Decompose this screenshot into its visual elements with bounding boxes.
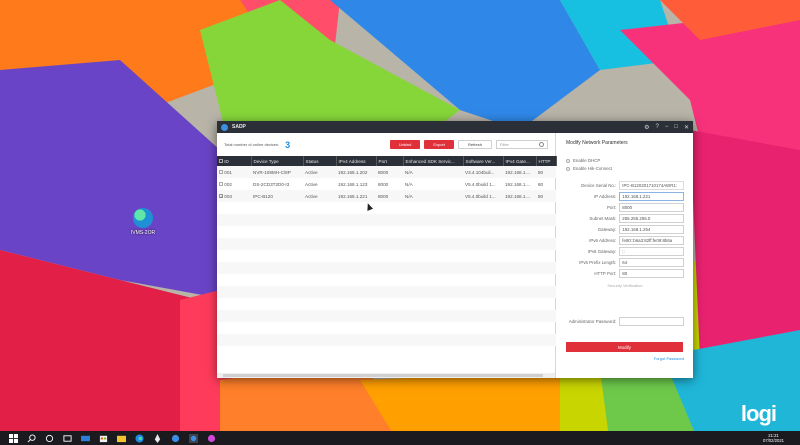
windows-start-icon[interactable]: [9, 433, 18, 443]
search-icon: [539, 142, 544, 147]
enable-hik-connect-label: Enable Hik-Connect: [573, 166, 613, 171]
row-checkbox[interactable]: [219, 181, 223, 186]
file-explorer-icon[interactable]: [117, 434, 126, 443]
close-button[interactable]: ✕: [684, 124, 689, 131]
select-all-checkbox[interactable]: [219, 158, 223, 163]
store-icon[interactable]: [99, 434, 108, 443]
enable-hik-connect-option[interactable]: Enable Hik-Connect: [566, 166, 684, 171]
ipv6-address-field[interactable]: fe80::b6a3:82ff:fe09:8b6a: [619, 236, 684, 245]
panel-title: Modify Network Parameters: [566, 140, 628, 146]
total-devices-label: Total number of online devices:: [224, 142, 280, 147]
row-checkbox[interactable]: [219, 169, 223, 174]
cortana-icon[interactable]: [45, 434, 54, 443]
unbind-button[interactable]: Unbind: [389, 140, 421, 149]
admin-password-label: Administrator Password:: [568, 319, 617, 324]
total-devices-count: 3: [285, 139, 291, 150]
minimize-button[interactable]: −: [665, 124, 669, 131]
ipv6-gateway-field[interactable]: ::: [619, 247, 684, 256]
device-list-pane: Total number of online devices: 3 Unbind…: [217, 133, 557, 378]
modify-network-panel: Modify Network Parameters Enable DHCP En…: [557, 133, 693, 378]
filter-input[interactable]: Filter: [496, 140, 548, 149]
sadp-taskbar-icon[interactable]: [189, 433, 198, 443]
header-port[interactable]: Port: [376, 156, 404, 166]
header-id[interactable]: ID: [217, 156, 252, 166]
admin-password-field[interactable]: [619, 317, 684, 326]
subnet-mask-label: Subnet Mask:: [589, 216, 617, 221]
header-status[interactable]: Status: [303, 156, 337, 166]
header-device-type[interactable]: Device Type: [251, 156, 304, 166]
header-ipv4-address[interactable]: IPv4 Address: [336, 156, 377, 166]
scrollbar-thumb[interactable]: [223, 374, 543, 377]
app-icon[interactable]: [153, 433, 162, 443]
http-port-field[interactable]: 80: [619, 269, 684, 278]
logi-watermark: logi: [740, 401, 777, 426]
forgot-password-link[interactable]: Forgot Password: [566, 356, 684, 361]
header-enhanced-sdk[interactable]: Enhanced SDK Servic...: [403, 156, 464, 166]
horizontal-scrollbar[interactable]: [217, 373, 555, 378]
security-verification-label: Security Verification: [607, 283, 643, 288]
gateway-label: Gateway:: [597, 227, 617, 232]
port-label: Port:: [607, 205, 617, 210]
header-ipv4-gateway[interactable]: IPv4 Gate...: [503, 156, 537, 166]
header-http[interactable]: HTTP: [536, 156, 557, 166]
serial-field: IPC-B120201710174AWR1:: [619, 181, 684, 190]
toolbar: Total number of online devices: 3 Unbind…: [217, 133, 555, 156]
header-software-version[interactable]: Software Ver...: [463, 156, 504, 166]
help-icon[interactable]: ?: [655, 124, 658, 131]
ip-address-field[interactable]: 192.168.1.221: [619, 192, 684, 201]
port-field[interactable]: 8000: [619, 203, 684, 212]
taskbar: 21:21 07/02/2021: [0, 431, 800, 445]
modify-button[interactable]: Modify: [566, 342, 683, 352]
task-view-icon[interactable]: [63, 434, 72, 443]
enable-dhcp-option[interactable]: Enable DHCP: [566, 158, 684, 163]
http-port-label: HTTP Port:: [594, 271, 617, 276]
enable-hik-connect-checkbox[interactable]: [566, 166, 570, 171]
app-icon-3[interactable]: [207, 434, 216, 443]
clock-date: 07/02/2021: [763, 438, 784, 443]
title-bar[interactable]: SADP ⚙ ? − □ ✕: [217, 121, 693, 133]
ipv6-gateway-label: IPv6 Gateway:: [587, 249, 617, 254]
gateway-field[interactable]: 192.168.1.254: [619, 225, 684, 234]
table-row[interactable]: 001 NVR-108MH-C/8P Active 192.168.1.202 80…: [217, 166, 556, 178]
row-checkbox-checked[interactable]: ✓: [219, 193, 223, 198]
table-row[interactable]: ✓ 003 IPC-B120 Active 192.168.1.221 8000 N/…: [217, 190, 556, 202]
serial-label: Device Serial No.:: [581, 183, 617, 188]
search-icon[interactable]: [27, 433, 36, 443]
mail-icon[interactable]: [81, 434, 90, 443]
device-table: ID Device Type Status IPv4 Address Port …: [217, 156, 557, 346]
edge-icon[interactable]: [135, 433, 144, 443]
export-button[interactable]: Export: [424, 140, 454, 149]
enable-dhcp-checkbox[interactable]: [566, 158, 570, 163]
ipv6-prefix-field[interactable]: 64: [619, 258, 684, 267]
app-shortcut-icon: [133, 208, 153, 228]
enable-dhcp-label: Enable DHCP: [573, 158, 601, 163]
settings-icon[interactable]: ⚙: [644, 124, 649, 131]
refresh-button[interactable]: Refresh: [457, 140, 492, 149]
subnet-mask-field[interactable]: 255.255.255.0: [619, 214, 684, 223]
ip-address-label: IP Address:: [593, 194, 617, 199]
system-clock[interactable]: 21:21 07/02/2021: [763, 433, 784, 443]
ipv6-prefix-label: IPv6 Prefix Length:: [579, 260, 617, 265]
sadp-logo-icon: [221, 123, 228, 131]
window-title: SADP: [232, 124, 246, 130]
table-header: ID Device Type Status IPv4 Address Port …: [217, 156, 557, 166]
table-row[interactable]: 002 DS-2CD3T2D0-I3 Active 192.168.1.123 80…: [217, 178, 556, 190]
filter-placeholder: Filter: [500, 142, 509, 147]
desktop-shortcut[interactable]: IVMS-2OR: [128, 208, 158, 236]
maximize-button[interactable]: □: [674, 124, 678, 131]
desktop-shortcut-label: IVMS-2OR: [130, 230, 156, 236]
app-icon-2[interactable]: [171, 434, 180, 443]
sadp-window: SADP ⚙ ? − □ ✕ Total number of online de…: [217, 121, 693, 378]
ipv6-address-label: IPv6 Address:: [589, 238, 617, 243]
